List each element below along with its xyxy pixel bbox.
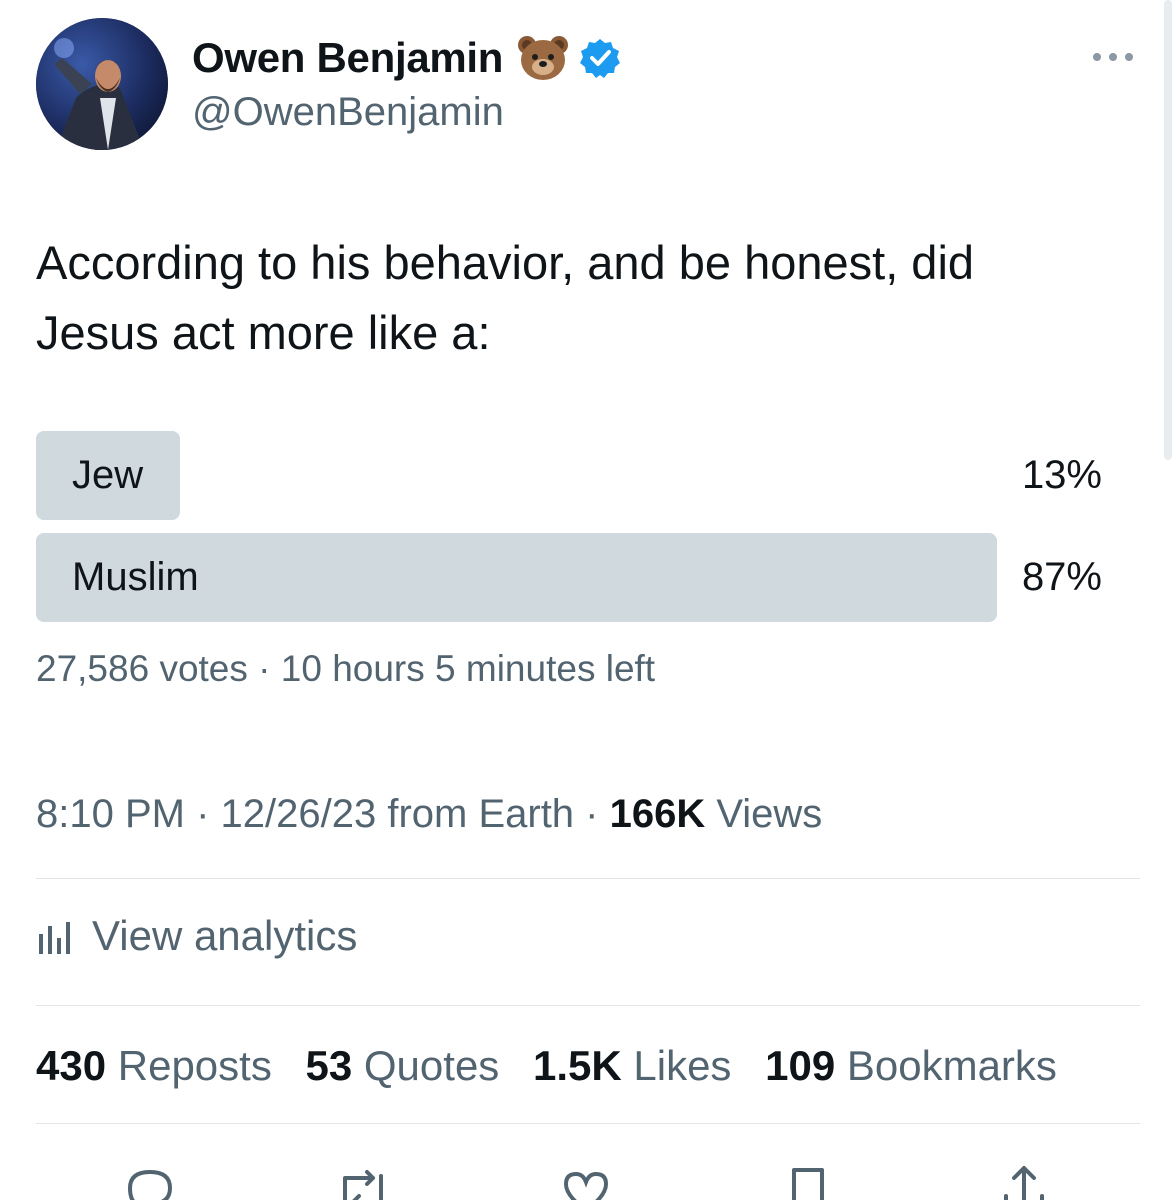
author-name-row[interactable]: Owen Benjamin	[192, 34, 621, 82]
reposts-label: Reposts	[117, 1042, 272, 1089]
views-count: 166K	[609, 792, 706, 836]
timestamp-row: 8:10 PM · 12/26/23 from Earth · 166K Vie…	[36, 792, 822, 837]
tweet-text: According to his behavior, and be honest…	[36, 228, 1116, 368]
avatar[interactable]	[36, 18, 168, 150]
bear-face-emoji-icon	[518, 36, 569, 80]
tweet-detail: Owen Benjamin @OwenBenjamin According to…	[0, 0, 1176, 1200]
reposts-count: 430	[36, 1042, 107, 1089]
bookmark-icon[interactable]	[778, 1160, 838, 1200]
reply-icon[interactable]	[120, 1160, 180, 1200]
reposts-stat[interactable]: 430 Reposts	[36, 1042, 272, 1089]
poll-meta: 27,586 votes · 10 hours 5 minutes left	[36, 648, 656, 689]
poll-option-label: Muslim	[72, 555, 199, 599]
timestamp[interactable]: 8:10 PM · 12/26/23 from Earth ·	[36, 792, 610, 836]
engagement-stats: 430 Reposts 53 Quotes 1.5K Likes 109 Boo…	[36, 1042, 1079, 1090]
divider	[36, 1005, 1140, 1006]
author-handle[interactable]: @OwenBenjamin	[192, 90, 504, 135]
likes-label: Likes	[633, 1042, 732, 1089]
repost-icon[interactable]	[333, 1160, 393, 1200]
poll-option-label: Jew	[72, 453, 144, 497]
bookmarks-stat[interactable]: 109 Bookmarks	[765, 1042, 1057, 1089]
divider	[36, 1123, 1140, 1124]
views-label: Views	[705, 792, 823, 836]
more-options-icon[interactable]	[1090, 46, 1136, 68]
verified-badge-icon[interactable]	[579, 37, 621, 79]
tweet-action-bar	[0, 1150, 1176, 1200]
display-name[interactable]: Owen Benjamin	[192, 34, 503, 82]
poll-option-jew: Jew 13%	[36, 431, 1106, 520]
tweet-text-line-1: According to his behavior, and be honest…	[36, 236, 975, 289]
quotes-label: Quotes	[363, 1042, 500, 1089]
bookmarks-label: Bookmarks	[846, 1042, 1057, 1089]
quotes-count: 53	[305, 1042, 353, 1089]
like-icon[interactable]	[556, 1160, 616, 1200]
poll-option-muslim: Muslim 87%	[36, 533, 1106, 622]
share-icon[interactable]	[994, 1160, 1054, 1200]
tweet-text-line-2: Jesus act more like a:	[36, 306, 491, 359]
analytics-icon	[39, 922, 70, 954]
quotes-stat[interactable]: 53 Quotes	[306, 1042, 500, 1089]
likes-count: 1.5K	[532, 1042, 622, 1089]
view-analytics-label: View analytics	[92, 912, 358, 959]
bookmarks-count: 109	[765, 1042, 836, 1089]
divider	[36, 878, 1140, 879]
scrollbar[interactable]	[1164, 0, 1172, 460]
avatar-photo	[36, 18, 168, 150]
likes-stat[interactable]: 1.5K Likes	[533, 1042, 731, 1089]
view-analytics-link[interactable]: View analytics	[36, 912, 357, 960]
poll-option-percent: 87%	[1021, 555, 1102, 599]
poll-option-percent: 13%	[1021, 453, 1102, 497]
